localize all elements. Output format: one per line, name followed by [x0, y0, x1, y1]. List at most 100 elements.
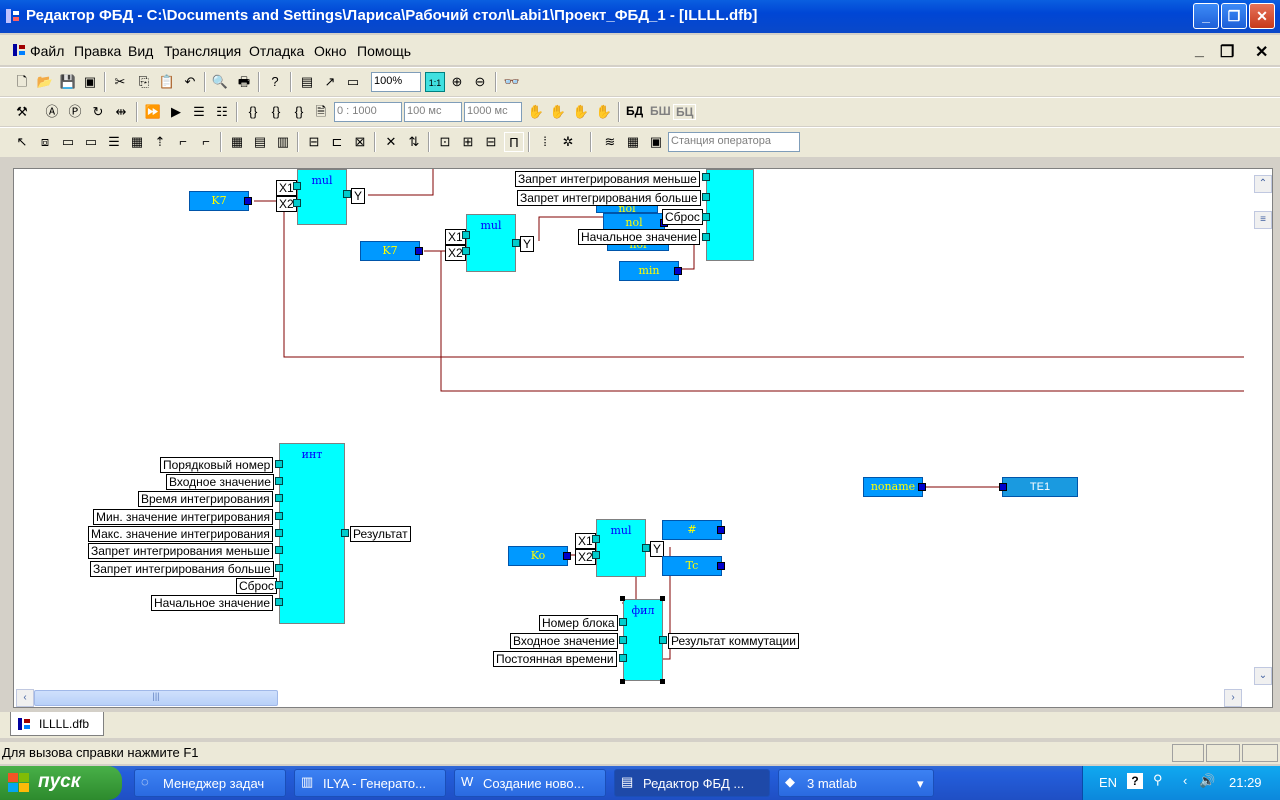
- menu-debug[interactable]: Отладка: [249, 43, 304, 59]
- input-tc[interactable]: Tc: [662, 556, 725, 576]
- port-top-4[interactable]: [702, 233, 710, 241]
- pi-icon[interactable]: Π: [504, 132, 524, 152]
- bd-button[interactable]: БД: [626, 104, 643, 118]
- int-port-1[interactable]: [275, 477, 283, 485]
- int-port-out[interactable]: [341, 529, 349, 537]
- grid-icon[interactable]: ▦: [227, 132, 247, 152]
- bsh-button[interactable]: БШ: [650, 104, 671, 118]
- mdi-minimize-button[interactable]: _: [1195, 42, 1204, 60]
- port-x2-b[interactable]: [462, 247, 470, 255]
- scroll-thumb[interactable]: |||: [34, 690, 278, 706]
- paste-icon[interactable]: 📋: [157, 72, 177, 92]
- block-icon[interactable]: ⧈: [35, 132, 55, 152]
- output-te1[interactable]: TE1: [999, 477, 1078, 497]
- list-icon[interactable]: ☰: [189, 102, 209, 122]
- menu-help[interactable]: Помощь: [357, 43, 411, 59]
- mdi-restore-button[interactable]: ❐: [1220, 42, 1234, 62]
- port-x1[interactable]: [293, 182, 301, 190]
- zoom-select[interactable]: 100%: [371, 72, 421, 92]
- port-y-c[interactable]: [642, 544, 650, 552]
- start-button[interactable]: пуск: [0, 766, 122, 800]
- menu-file[interactable]: Файл: [30, 43, 64, 59]
- new-icon[interactable]: 🗋: [12, 72, 32, 92]
- selection-handle[interactable]: [620, 596, 625, 601]
- input-noname[interactable]: noname: [863, 477, 926, 497]
- vertical-scrollbar[interactable]: ⌃ ≡ ⌄: [1254, 169, 1272, 707]
- help-icon[interactable]: ?: [265, 72, 285, 92]
- doc-icon[interactable]: 🗎: [311, 102, 331, 122]
- play-icon[interactable]: ▶: [166, 102, 186, 122]
- scroll-right-button[interactable]: ›: [1224, 689, 1242, 707]
- scroll-left-button[interactable]: ‹: [16, 689, 34, 707]
- scroll-up-button[interactable]: ⌃: [1254, 175, 1272, 193]
- task-create[interactable]: W Создание ново...: [454, 769, 606, 797]
- help-tray-icon[interactable]: ?: [1127, 773, 1143, 789]
- bp2-icon[interactable]: ⊞: [458, 132, 478, 152]
- expand-tray-icon[interactable]: ‹: [1183, 773, 1187, 788]
- open-icon[interactable]: 📂: [35, 72, 55, 92]
- input-ko[interactable]: Ko: [508, 546, 571, 566]
- library-icon[interactable]: ▤: [297, 72, 317, 92]
- port-top-1[interactable]: [702, 173, 710, 181]
- menu-window[interactable]: Окно: [314, 43, 347, 59]
- table-icon[interactable]: ▦: [127, 132, 147, 152]
- align2-icon[interactable]: ⊏: [327, 132, 347, 152]
- print-icon[interactable]: 🖶: [234, 72, 254, 92]
- pointer-icon[interactable]: ↖: [12, 132, 32, 152]
- cycle-icon[interactable]: ↻: [88, 102, 108, 122]
- diagram-canvas[interactable]: K7 mul X1 X2 Y K7 mul X1 X2 Y nol nol no…: [13, 168, 1273, 708]
- scroll-split-button[interactable]: ≡: [1254, 211, 1272, 229]
- hand3-icon[interactable]: ✋: [571, 102, 591, 122]
- bug-icon[interactable]: ✲: [558, 132, 578, 152]
- zoom-in-icon[interactable]: ⊕: [447, 72, 467, 92]
- save-all-icon[interactable]: ▣: [80, 72, 100, 92]
- up-icon[interactable]: ⇡: [150, 132, 170, 152]
- int-port-8[interactable]: [275, 598, 283, 606]
- bp-icon[interactable]: ⊡: [435, 132, 455, 152]
- port-x2[interactable]: [293, 199, 301, 207]
- port-top-3[interactable]: [702, 213, 710, 221]
- fil-port-0[interactable]: [619, 618, 627, 626]
- step-line2-icon[interactable]: ⌐: [196, 132, 216, 152]
- calc-icon[interactable]: ▦: [623, 132, 643, 152]
- hand-icon[interactable]: ✋: [526, 102, 546, 122]
- window-icon[interactable]: ▭: [343, 72, 363, 92]
- tab-illll[interactable]: ILLLL.dfb: [10, 712, 104, 736]
- language-indicator[interactable]: EN: [1099, 775, 1117, 790]
- horizontal-scrollbar[interactable]: ‹ ||| ›: [14, 689, 1256, 707]
- task-task-manager[interactable]: ◌ Менеджер задач: [134, 769, 286, 797]
- input-min[interactable]: min: [619, 261, 682, 281]
- input-hash[interactable]: #: [662, 520, 725, 540]
- fil-port-out[interactable]: [659, 636, 667, 644]
- menu-view[interactable]: Вид: [128, 43, 153, 59]
- block-mul-1[interactable]: mul: [297, 169, 347, 225]
- int-port-6[interactable]: [275, 564, 283, 572]
- task-fbd-editor[interactable]: ▤ Редактор ФБД ...: [614, 769, 770, 797]
- period1-field[interactable]: 100 мс: [404, 102, 462, 122]
- port-x1-b[interactable]: [462, 231, 470, 239]
- int-port-7[interactable]: [275, 581, 283, 589]
- int-port-3[interactable]: [275, 512, 283, 520]
- period2-field[interactable]: 1000 мс: [464, 102, 522, 122]
- cut-icon[interactable]: ✂: [110, 72, 130, 92]
- title-bar[interactable]: Редактор ФБД - C:\Documents and Settings…: [0, 0, 1280, 33]
- block-int[interactable]: инт: [279, 443, 345, 624]
- grid2-icon[interactable]: ▤: [250, 132, 270, 152]
- port-y[interactable]: [343, 190, 351, 198]
- bp3-icon[interactable]: ⊟: [481, 132, 501, 152]
- block-fil[interactable]: фил: [623, 599, 663, 681]
- sort-icon[interactable]: ⇅: [404, 132, 424, 152]
- volume-icon[interactable]: 🔊: [1199, 773, 1215, 789]
- list2-icon[interactable]: ☷: [212, 102, 232, 122]
- align-icon[interactable]: ⊟: [304, 132, 324, 152]
- int-port-2[interactable]: [275, 494, 283, 502]
- align3-icon[interactable]: ⊠: [350, 132, 370, 152]
- fil-port-1[interactable]: [619, 636, 627, 644]
- station-icon[interactable]: ▣: [646, 132, 666, 152]
- port-x2-c[interactable]: [592, 551, 600, 559]
- delete-icon[interactable]: ✕: [381, 132, 401, 152]
- block3-icon[interactable]: ▭: [81, 132, 101, 152]
- int-port-5[interactable]: [275, 546, 283, 554]
- port-x1-c[interactable]: [592, 535, 600, 543]
- zoom-out-icon[interactable]: ⊖: [470, 72, 490, 92]
